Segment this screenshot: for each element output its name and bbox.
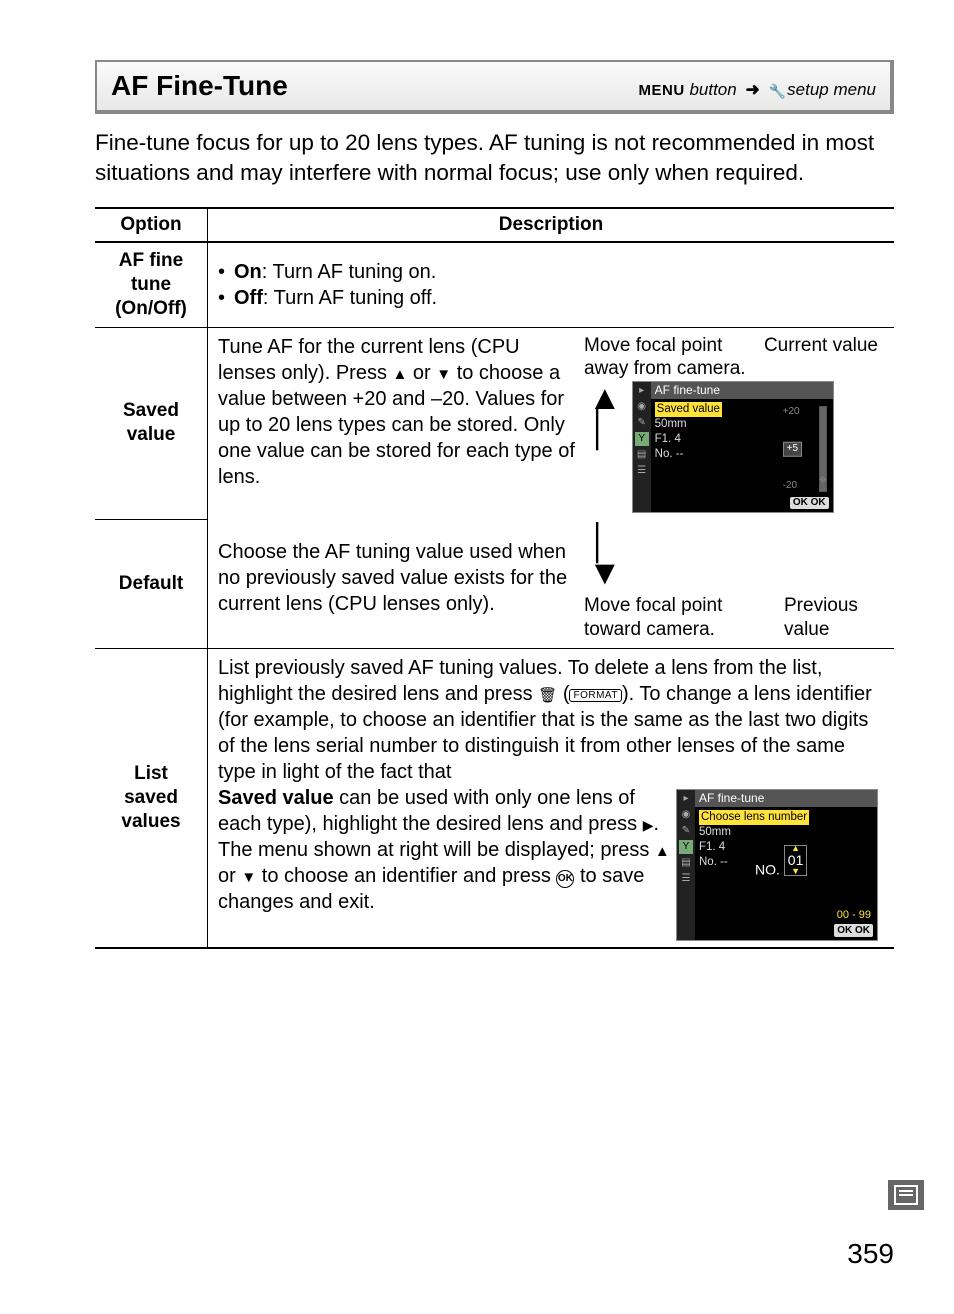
camera-menu-screenshot-choose-lens: ▸ ◉ ✎ Y ▤ ☰ AF fine-tune Choose lens num xyxy=(676,789,878,941)
menu-list-icon xyxy=(894,1185,918,1205)
table-row: Default Choose the AF tuning value used … xyxy=(95,519,894,648)
camera-menu-sidebar: ▸ ◉ ✎ Y ▤ ☰ xyxy=(633,382,651,512)
section-tab-icon xyxy=(888,1180,924,1210)
camera-menu-header: AF fine-tune xyxy=(651,382,833,399)
up-triangle-icon xyxy=(393,360,408,386)
option-default: Default xyxy=(95,519,208,648)
camera-icon: ◉ xyxy=(635,400,649,414)
text-span: Move focal point away from camera. xyxy=(584,335,746,380)
description-default: Choose the AF tuning value used when no … xyxy=(208,519,895,648)
ok-circle-icon: OK xyxy=(556,870,574,888)
header-description: Description xyxy=(208,208,895,243)
diagram-label-top-right: Current value xyxy=(764,334,884,382)
ok-badge: OK OK xyxy=(834,924,873,937)
no-label: NO. xyxy=(755,861,780,877)
lens-icon: ⌖ xyxy=(819,471,827,489)
diagram-label-bottom-left: Move focal point toward camera. xyxy=(584,594,774,642)
description-af-fine-tune-onoff: • On: Turn AF tuning on. • Off: Turn AF … xyxy=(208,242,895,327)
camera-icon: ◉ xyxy=(679,808,693,822)
bullet-off: Off: Turn AF tuning off. xyxy=(234,285,437,311)
camera-menu-line: Saved value xyxy=(655,402,722,417)
camera-menu-header: AF fine-tune xyxy=(695,790,877,808)
on-text: : Turn AF tuning on. xyxy=(262,261,437,283)
section-title: AF Fine-Tune xyxy=(111,70,288,102)
retouch-icon: ▤ xyxy=(635,448,649,462)
saved-value-text: Tune AF for the current lens (CPU lenses… xyxy=(218,334,578,514)
diagram-panel-lower: │▼ Move focal point toward camera. Previ… xyxy=(584,525,884,642)
bullet-icon: • xyxy=(218,285,234,311)
default-text: Choose the AF tuning value used when no … xyxy=(218,525,578,642)
list-saved-values-text: List previously saved AF tuning values. … xyxy=(218,655,884,785)
lens-number-range: 00 - 99 xyxy=(837,908,871,922)
option-list-saved-values: List saved values xyxy=(95,648,208,948)
text-span: to choose an identifier and press xyxy=(256,865,556,887)
diagram-label-top-left: Move focal point away from camera. xyxy=(584,334,764,382)
bullet-on: On: Turn AF tuning on. xyxy=(234,259,436,285)
description-list-saved-values: List previously saved AF tuning values. … xyxy=(208,648,895,948)
camera-menu-line: Choose lens number xyxy=(699,810,809,825)
breadcrumb-button-word: button xyxy=(685,80,737,99)
right-triangle-icon xyxy=(643,811,654,837)
text-span: or xyxy=(407,362,436,384)
mymenu-icon: ☰ xyxy=(679,872,693,886)
format-label-icon: FORMAT xyxy=(569,689,621,702)
breadcrumb-setup-menu: setup menu xyxy=(782,80,876,99)
diagram-label-bottom-right: Previous value xyxy=(784,594,884,642)
breadcrumb-arrow-icon: ➜ xyxy=(741,80,763,99)
section-title-bar: AF Fine-Tune MENU button ➜ setup menu xyxy=(95,60,894,114)
camera-menu-sidebar: ▸ ◉ ✎ Y ▤ ☰ xyxy=(677,790,695,940)
arrow-down-icon: │▼ xyxy=(584,525,632,588)
table-row: Saved value Tune AF for the current lens… xyxy=(95,327,894,519)
options-table: Option Description AF fine tune (On/Off)… xyxy=(95,207,894,949)
arrow-up-icon: ▲│ xyxy=(584,381,632,444)
table-row: AF fine tune (On/Off) • On: Turn AF tuni… xyxy=(95,242,894,327)
text-span: or xyxy=(218,865,241,887)
stepper-up-icon: ▲ xyxy=(788,846,804,851)
pencil-icon: ✎ xyxy=(635,416,649,430)
pencil-icon: ✎ xyxy=(679,824,693,838)
text-span: Current value xyxy=(764,335,878,356)
on-label: On xyxy=(234,261,262,283)
option-saved-value: Saved value xyxy=(95,327,208,519)
camera-menu-screenshot-saved-value: ▸ ◉ ✎ Y ▤ ☰ AF fine-tune xyxy=(632,381,834,513)
scale-plus5: +5 xyxy=(783,442,802,457)
play-icon: ▸ xyxy=(679,792,693,806)
mymenu-icon: ☰ xyxy=(635,464,649,478)
down-triangle-icon xyxy=(436,360,451,386)
table-row: List saved values List previously saved … xyxy=(95,648,894,948)
lens-number-selector: NO. ▲ 01 ▼ xyxy=(755,845,807,879)
stepper-down-icon: ▼ xyxy=(788,869,804,874)
text-span: ( xyxy=(557,683,569,705)
diagram-panel: Move focal point away from camera. Curre… xyxy=(584,334,884,514)
saved-value-bold: Saved value xyxy=(218,787,334,809)
off-text: : Turn AF tuning off. xyxy=(263,287,437,309)
lens-number-value-box: ▲ 01 ▼ xyxy=(784,845,808,876)
description-saved-value: Tune AF for the current lens (CPU lenses… xyxy=(208,327,895,519)
breadcrumb: MENU button ➜ setup menu xyxy=(639,80,876,100)
list-saved-values-text-2: Saved value can be used with only one le… xyxy=(218,785,670,941)
down-triangle-icon xyxy=(241,863,256,889)
page-number: 359 xyxy=(847,1238,894,1270)
menu-button-label: MENU xyxy=(639,82,685,99)
play-icon: ▸ xyxy=(635,384,649,398)
intro-paragraph: Fine-tune focus for up to 20 lens types.… xyxy=(95,128,894,189)
bullet-icon: • xyxy=(218,259,234,285)
option-af-fine-tune-onoff: AF fine tune (On/Off) xyxy=(95,242,208,327)
wrench-icon xyxy=(768,81,782,95)
up-triangle-icon xyxy=(655,837,670,863)
header-option: Option xyxy=(95,208,208,243)
trash-icon xyxy=(538,681,557,707)
off-label: Off xyxy=(234,287,263,309)
wrench-icon: Y xyxy=(679,840,693,854)
camera-menu-line: 50mm xyxy=(699,825,873,840)
retouch-icon: ▤ xyxy=(679,856,693,870)
wrench-icon: Y xyxy=(635,432,649,446)
ok-badge: OK OK xyxy=(790,497,829,510)
